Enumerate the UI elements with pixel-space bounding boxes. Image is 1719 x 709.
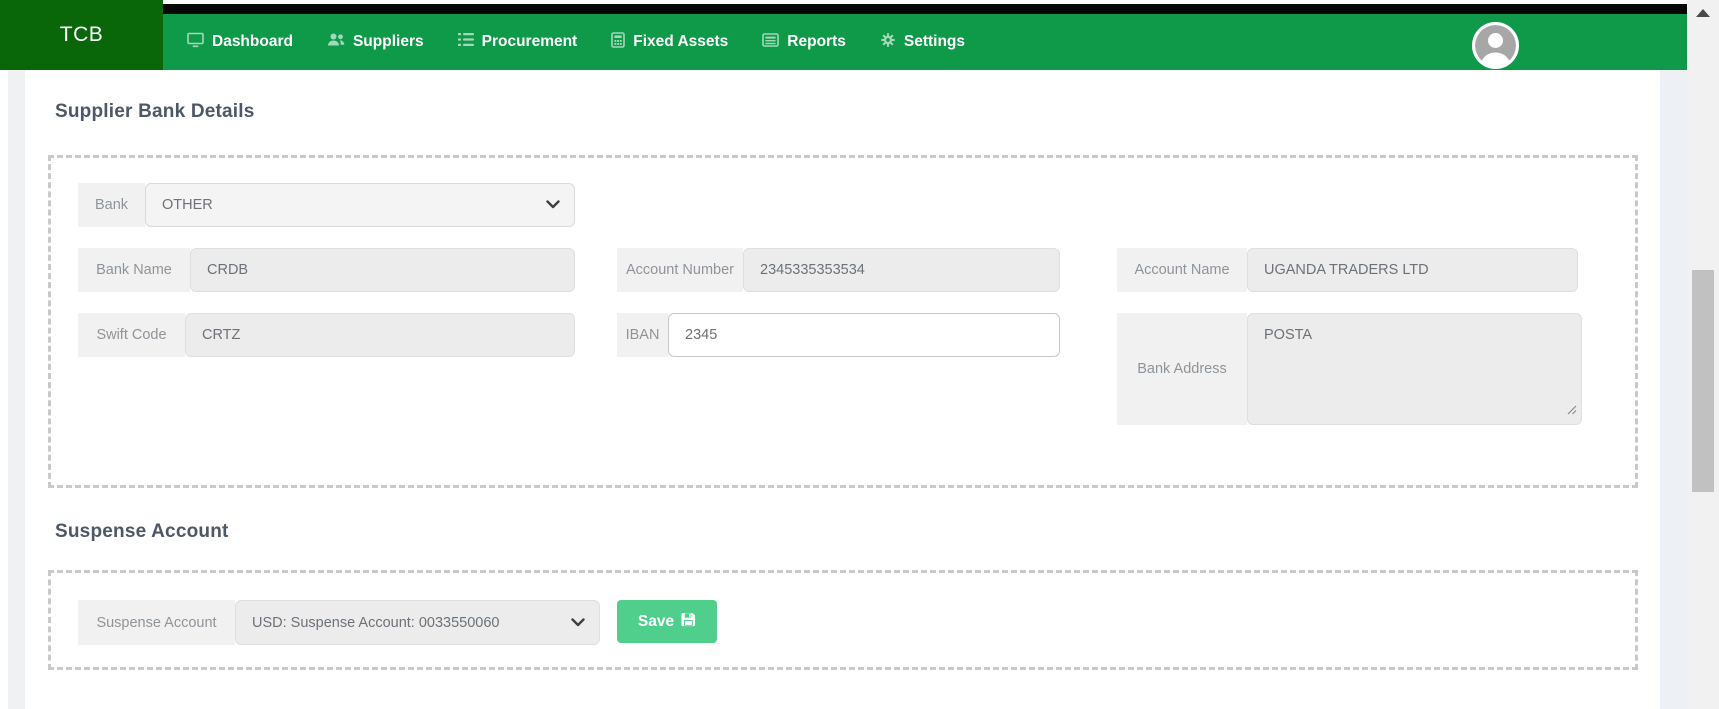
account-number-label: Account Number (617, 248, 743, 292)
scrollbar-thumb[interactable] (1692, 270, 1714, 492)
main-navbar: Dashboard Suppliers Procurement Fixed As… (0, 14, 1687, 70)
swift-code-field-group: Swift Code (78, 313, 575, 357)
suppliers-icon (327, 32, 345, 52)
right-gutter (1660, 70, 1687, 709)
left-gutter (8, 70, 25, 709)
bank-field-group: Bank OTHER (78, 183, 575, 227)
nav-item-fixed-assets[interactable]: Fixed Assets (611, 31, 729, 53)
bank-label: Bank (78, 183, 145, 227)
nav-item-label: Reports (787, 33, 846, 50)
account-number-field-group: Account Number (617, 248, 1060, 292)
nav-item-label: Dashboard (212, 33, 293, 50)
nav-item-dashboard[interactable]: Dashboard (187, 32, 293, 53)
iban-label: IBAN (617, 313, 668, 357)
nav-item-label: Suppliers (352, 33, 424, 50)
bank-name-input[interactable] (190, 248, 575, 292)
account-name-input[interactable] (1247, 248, 1578, 292)
bank-name-field-group: Bank Name (78, 248, 575, 292)
save-button-label: Save (637, 612, 675, 630)
nav-item-settings[interactable]: Settings (880, 32, 965, 53)
nav-item-reports[interactable]: Reports (762, 32, 846, 52)
suspense-account-field-group: Suspense Account USD: Suspense Account: … (78, 600, 600, 645)
reports-icon (762, 32, 780, 52)
account-number-input[interactable] (743, 248, 1060, 292)
app-logo[interactable]: TCB (0, 0, 163, 70)
suspense-account-select-wrap: USD: Suspense Account: 0033550060 (235, 600, 600, 645)
fixed-assets-icon (611, 31, 626, 53)
swift-code-label: Swift Code (78, 313, 185, 357)
supplier-bank-details-title: Supplier Bank Details (55, 101, 255, 122)
procurement-icon (457, 32, 474, 52)
top-black-strip (163, 4, 1687, 14)
account-name-field-group: Account Name (1117, 248, 1578, 292)
settings-icon (880, 32, 896, 53)
nav-item-suppliers[interactable]: Suppliers (327, 32, 424, 52)
nav-item-label: Settings (903, 33, 966, 50)
nav-item-procurement[interactable]: Procurement (457, 32, 578, 52)
bank-select-wrap: OTHER (145, 183, 575, 227)
bank-select[interactable]: OTHER (145, 183, 575, 227)
nav-menu: Dashboard Suppliers Procurement Fixed As… (187, 14, 965, 70)
account-name-label: Account Name (1117, 248, 1247, 292)
page: Dashboard Suppliers Procurement Fixed As… (0, 0, 1719, 709)
scroll-up-arrow-icon[interactable] (1696, 9, 1710, 17)
swift-code-input[interactable] (185, 313, 575, 357)
iban-input[interactable] (668, 313, 1060, 357)
bank-address-field-group: Bank Address POSTA (1117, 313, 1582, 425)
suspense-account-title: Suspense Account (55, 521, 229, 542)
bank-name-label: Bank Name (78, 248, 190, 292)
bank-address-label: Bank Address (1117, 313, 1247, 425)
save-button[interactable]: Save (617, 600, 717, 643)
vertical-scrollbar[interactable] (1687, 0, 1719, 709)
suspense-account-select[interactable]: USD: Suspense Account: 0033550060 (235, 600, 600, 645)
nav-item-label: Procurement (481, 33, 578, 50)
dashboard-icon (187, 32, 204, 53)
nav-item-label: Fixed Assets (633, 33, 729, 50)
iban-field-group: IBAN (617, 313, 1060, 357)
floppy-disk-icon (681, 612, 696, 632)
suspense-account-label: Suspense Account (78, 600, 235, 645)
user-avatar-icon[interactable] (1472, 22, 1519, 69)
bank-address-textarea[interactable]: POSTA (1247, 313, 1582, 425)
bank-address-wrap: POSTA (1247, 313, 1582, 425)
